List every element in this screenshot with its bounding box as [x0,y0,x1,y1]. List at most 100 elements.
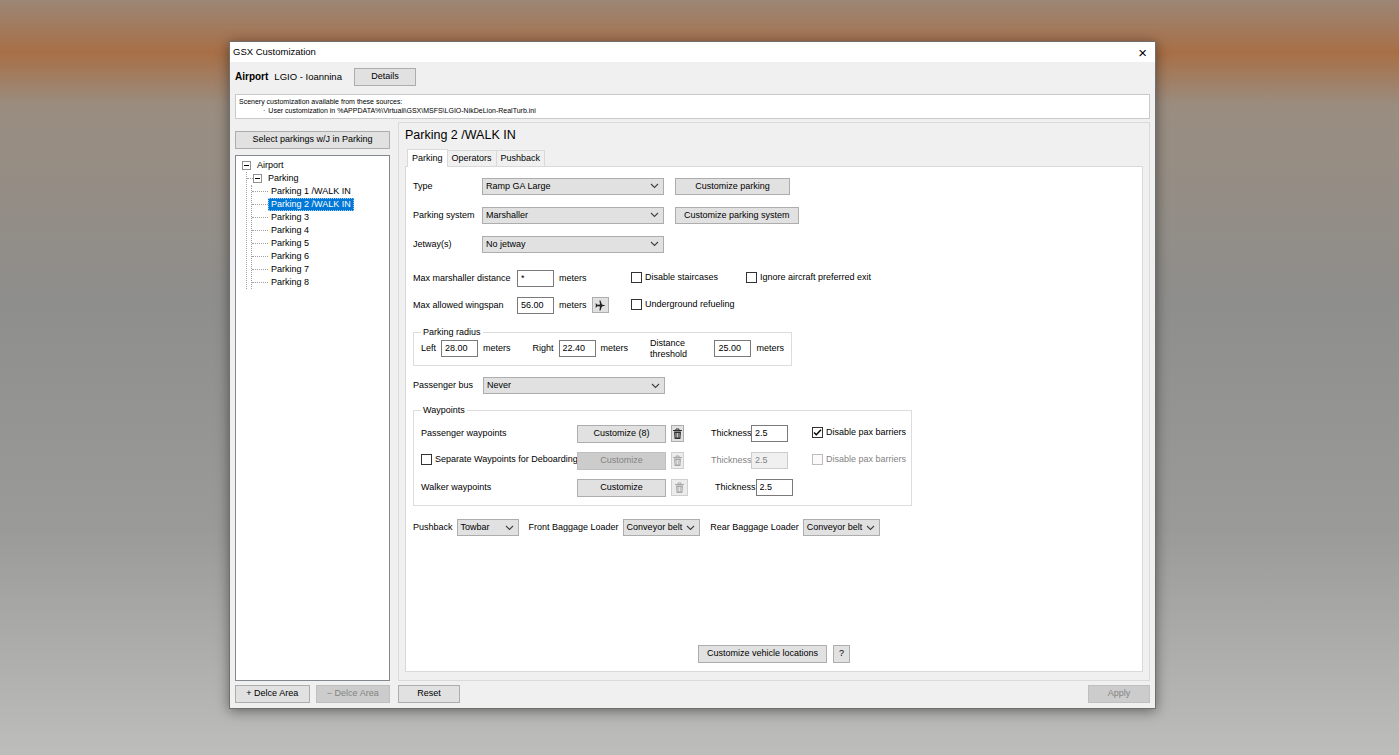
tree-node: Parking 7 [252,263,387,276]
radius-input[interactable] [559,340,596,357]
tree-item[interactable]: Parking 2 /WALK IN [268,198,354,211]
checkbox[interactable] [812,427,823,438]
tree-item[interactable]: Parking 3 [268,211,312,224]
group-legend: Parking radius [421,327,483,338]
tree-connector [252,282,268,283]
close-button[interactable]: × [1136,45,1149,60]
source-item: ·User customization in %APPDATA%\Virtual… [239,106,1146,115]
checkbox[interactable] [631,272,642,283]
tree-item[interactable]: Parking 7 [268,263,312,276]
customize-waypoints-button[interactable]: Customize (8) [577,425,666,443]
loader-field: PushbackTowbar [413,519,519,536]
checkbox-label: Ignore aircraft preferred exit [760,272,871,283]
radius-input[interactable] [441,340,478,357]
source-bullet: · [263,106,265,115]
tree-row[interactable]: Parking 7 [252,263,387,276]
help-button[interactable]: ? [833,645,850,663]
tree-connector [252,217,268,218]
unit-label: meters [559,273,587,284]
customize-button[interactable]: Customize parking [675,178,790,196]
parking-tree: AirportParkingParking 1 /WALK INParking … [242,159,387,289]
loader-field: Rear Baggage LoaderConveyor belt [710,519,880,536]
tree-row[interactable]: Parking 3 [252,211,387,224]
form-row: Jetway(s)No jetway [413,235,1135,254]
tree-row[interactable]: Parking 8 [252,276,387,289]
checkbox[interactable] [746,272,757,283]
dropdown[interactable]: Marshaller [482,207,664,224]
window-body: AirportLGIO - IoanninaDetailsScenery cus… [230,62,1155,708]
tree-item[interactable]: Parking [265,172,302,185]
dropdown[interactable]: Conveyor belt [803,519,881,536]
window-title: GSX Customization [233,46,316,57]
delete-waypoints-button[interactable] [671,425,684,442]
wingspan-button[interactable] [592,297,609,313]
distance-input[interactable] [517,270,554,287]
dialog-button[interactable]: Reset [398,685,460,703]
tree-connector [252,256,268,257]
checkbox[interactable] [631,299,642,310]
checkbox[interactable] [421,454,432,465]
dropdown-arrow-icon [505,525,514,531]
tree-node: AirportParkingParking 1 /WALK INParking … [242,159,387,289]
option-checkbox[interactable]: Ignore aircraft preferred exit [746,272,871,283]
customize-button[interactable]: Customize parking system [675,207,799,225]
tree-row[interactable]: Parking [247,172,387,185]
dropdown[interactable]: No jetway [482,236,664,253]
tab[interactable]: Parking [407,149,448,167]
source-text: User customization in %APPDATA%\Virtuali… [268,106,535,115]
dropdown[interactable]: Conveyor belt [623,519,701,536]
select-value: Marshaller [486,210,528,221]
thickness-input[interactable] [756,479,793,496]
tree-connector [252,243,268,244]
dropdown[interactable]: Never [483,377,665,394]
customize-waypoints-button[interactable]: Customize [577,479,666,497]
dropdown[interactable]: Towbar [457,519,519,536]
form-row: Max marshaller distancemetersDisable sta… [413,269,1135,288]
select-parkings-button[interactable]: Select parkings w/J in Parking [235,131,390,149]
distance-input[interactable] [517,297,554,314]
tree-row[interactable]: Parking 1 /WALK IN [252,185,387,198]
select-value: Conveyor belt [807,522,863,533]
field-label: Max allowed wingspan [413,300,517,311]
tree-item[interactable]: Parking 1 /WALK IN [268,185,354,198]
waypoints-group: WaypointsPassenger waypointsCustomize (8… [413,405,912,506]
dialog-button: Apply [1088,685,1150,703]
tree-item[interactable]: Parking 5 [268,237,312,250]
field-label: Distance threshold [650,338,709,360]
option-checkbox[interactable]: Underground refueling [631,299,735,310]
tree-item[interactable]: Parking 4 [268,224,312,237]
waypoint-row: Separate Waypoints for DeboardingCustomi… [421,451,904,470]
airport-row: AirportLGIO - IoanninaDetails [235,66,1150,88]
select-value: Ramp GA Large [486,181,551,192]
expander-icon[interactable] [242,161,251,170]
deboarding-checkbox[interactable]: Separate Waypoints for Deboarding [421,454,578,465]
tab[interactable]: Operators [447,150,497,166]
details-button[interactable]: Details [354,68,416,86]
dropdown[interactable]: Ramp GA Large [482,178,664,195]
tree-row[interactable]: Parking 6 [252,250,387,263]
tree-node: Parking 6 [252,250,387,263]
tree-row[interactable]: Parking 2 /WALK IN [252,198,387,211]
distance-field: Max marshaller distancemeters [413,270,631,287]
thickness-input[interactable] [751,425,788,442]
field-label: Jetway(s) [413,239,482,250]
expander-icon[interactable] [253,174,262,183]
tree-item[interactable]: Airport [254,159,287,172]
tree-row[interactable]: Parking 4 [252,224,387,237]
unit-label: meters [601,343,629,354]
tab-bar: ParkingOperatorsPushback [405,149,1143,166]
tree-item[interactable]: Parking 8 [268,276,312,289]
form-row: Max allowed wingspanmetersUnderground re… [413,296,1135,315]
tree-row[interactable]: Parking 5 [252,237,387,250]
tree-item[interactable]: Parking 6 [268,250,312,263]
radius-input[interactable] [714,340,751,357]
area-button[interactable]: + Delce Area [235,685,310,703]
checkbox-label: Underground refueling [645,299,735,310]
tab[interactable]: Pushback [496,150,546,166]
dropdown-arrow-icon [650,212,659,218]
tree-row[interactable]: Airport [242,159,387,172]
option-checkbox[interactable]: Disable staircases [631,272,718,283]
pax-barriers-checkbox[interactable]: Disable pax barriers [812,427,906,438]
area-buttons: + Delce Area− Delce Area [235,685,390,703]
vehicle-locations-button[interactable]: Customize vehicle locations [698,645,827,663]
